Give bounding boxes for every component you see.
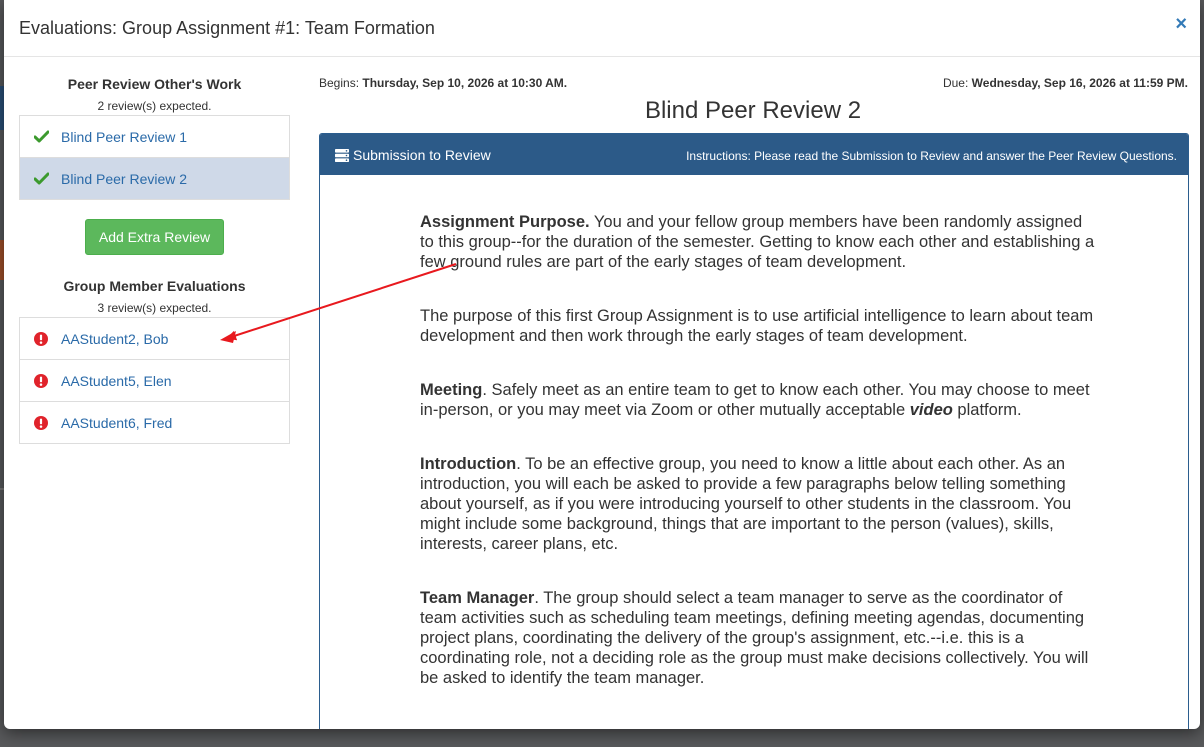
panel-title-label: Submission to Review (353, 147, 491, 163)
paragraph-lead: Team Manager (420, 589, 535, 607)
modal-header: Evaluations: Group Assignment #1: Team F… (4, 0, 1200, 57)
paragraph-text: . To be an effective group, you need to … (420, 455, 1072, 553)
exclamation-circle-icon (34, 415, 50, 430)
panel-heading: Submission to Review Instructions: Pleas… (320, 134, 1188, 175)
group-eval-item[interactable]: AAStudent6, Fred (19, 401, 290, 444)
paragraph: Team Manager. The group should select a … (420, 588, 1100, 688)
group-eval-item-label: AAStudent5, Elen (61, 372, 172, 389)
peer-review-subtitle: 2 review(s) expected. (97, 99, 212, 113)
due-date: Due: Wednesday, Sep 16, 2026 at 11:59 PM… (943, 76, 1188, 90)
peer-review-item-label: Blind Peer Review 2 (61, 170, 188, 187)
peer-review-title: Peer Review Other's Work (67, 76, 242, 92)
paragraph: Introduction. To be an effective group, … (420, 454, 1100, 554)
begins-value: Thursday, Sep 10, 2026 at 10:30 AM. (362, 76, 568, 90)
paragraph-tail: platform. (952, 401, 1022, 419)
exclamation-circle-icon (34, 331, 50, 346)
group-eval-list: AAStudent2, Bob AAStudent5, Elen AAStude… (19, 317, 290, 444)
paragraph: Meeting. Safely meet as an entire team t… (420, 380, 1100, 420)
group-eval-subtitle: 3 review(s) expected. (97, 301, 212, 315)
paragraph: The purpose of this first Group Assignme… (420, 306, 1100, 346)
peer-review-item[interactable]: Blind Peer Review 1 (19, 115, 290, 158)
group-eval-item-label: AAStudent6, Fred (61, 414, 173, 431)
peer-review-list: Blind Peer Review 1 Blind Peer Review 2 (19, 115, 290, 200)
due-label: Due: (942, 76, 969, 90)
begins-label: Begins: (319, 76, 360, 90)
begins-date: Begins: Thursday, Sep 10, 2026 at 10:30 … (319, 76, 567, 90)
peer-review-item-label: Blind Peer Review 1 (61, 128, 188, 145)
paragraph-lead: Assignment Purpose. (420, 213, 590, 231)
exclamation-circle-icon (34, 373, 50, 388)
check-icon (34, 130, 50, 143)
paragraph-emphasis: video (909, 401, 953, 419)
add-extra-review-button[interactable]: Add Extra Review (85, 219, 224, 255)
server-icon (335, 148, 349, 162)
group-eval-item[interactable]: AAStudent2, Bob (19, 317, 290, 360)
paragraph-text: The purpose of this first Group Assignme… (420, 307, 1094, 345)
due-value: Wednesday, Sep 16, 2026 at 11:59 PM. (971, 76, 1188, 90)
group-eval-item-label: AAStudent2, Bob (61, 330, 169, 347)
paragraph-lead: Introduction (420, 455, 517, 473)
panel-title: Submission to Review (335, 147, 491, 163)
group-eval-item[interactable]: AAStudent5, Elen (19, 359, 290, 402)
check-icon (34, 172, 50, 185)
review-title: Blind Peer Review 2 (644, 97, 862, 124)
close-button[interactable]: × (1175, 14, 1187, 34)
group-eval-title: Group Member Evaluations (63, 278, 246, 294)
paragraph: Assignment Purpose. You and your fellow … (420, 212, 1100, 272)
peer-review-item[interactable]: Blind Peer Review 2 (19, 157, 290, 200)
submission-panel: Submission to Review Instructions: Pleas… (319, 133, 1189, 729)
modal-title: Evaluations: Group Assignment #1: Team F… (19, 18, 435, 38)
paragraph-lead: Meeting (420, 381, 483, 399)
submission-content: Assignment Purpose. You and your fellow … (420, 212, 1100, 722)
evaluations-modal: Evaluations: Group Assignment #1: Team F… (4, 0, 1200, 729)
panel-instructions: Instructions: Please read the Submission… (686, 149, 1177, 163)
